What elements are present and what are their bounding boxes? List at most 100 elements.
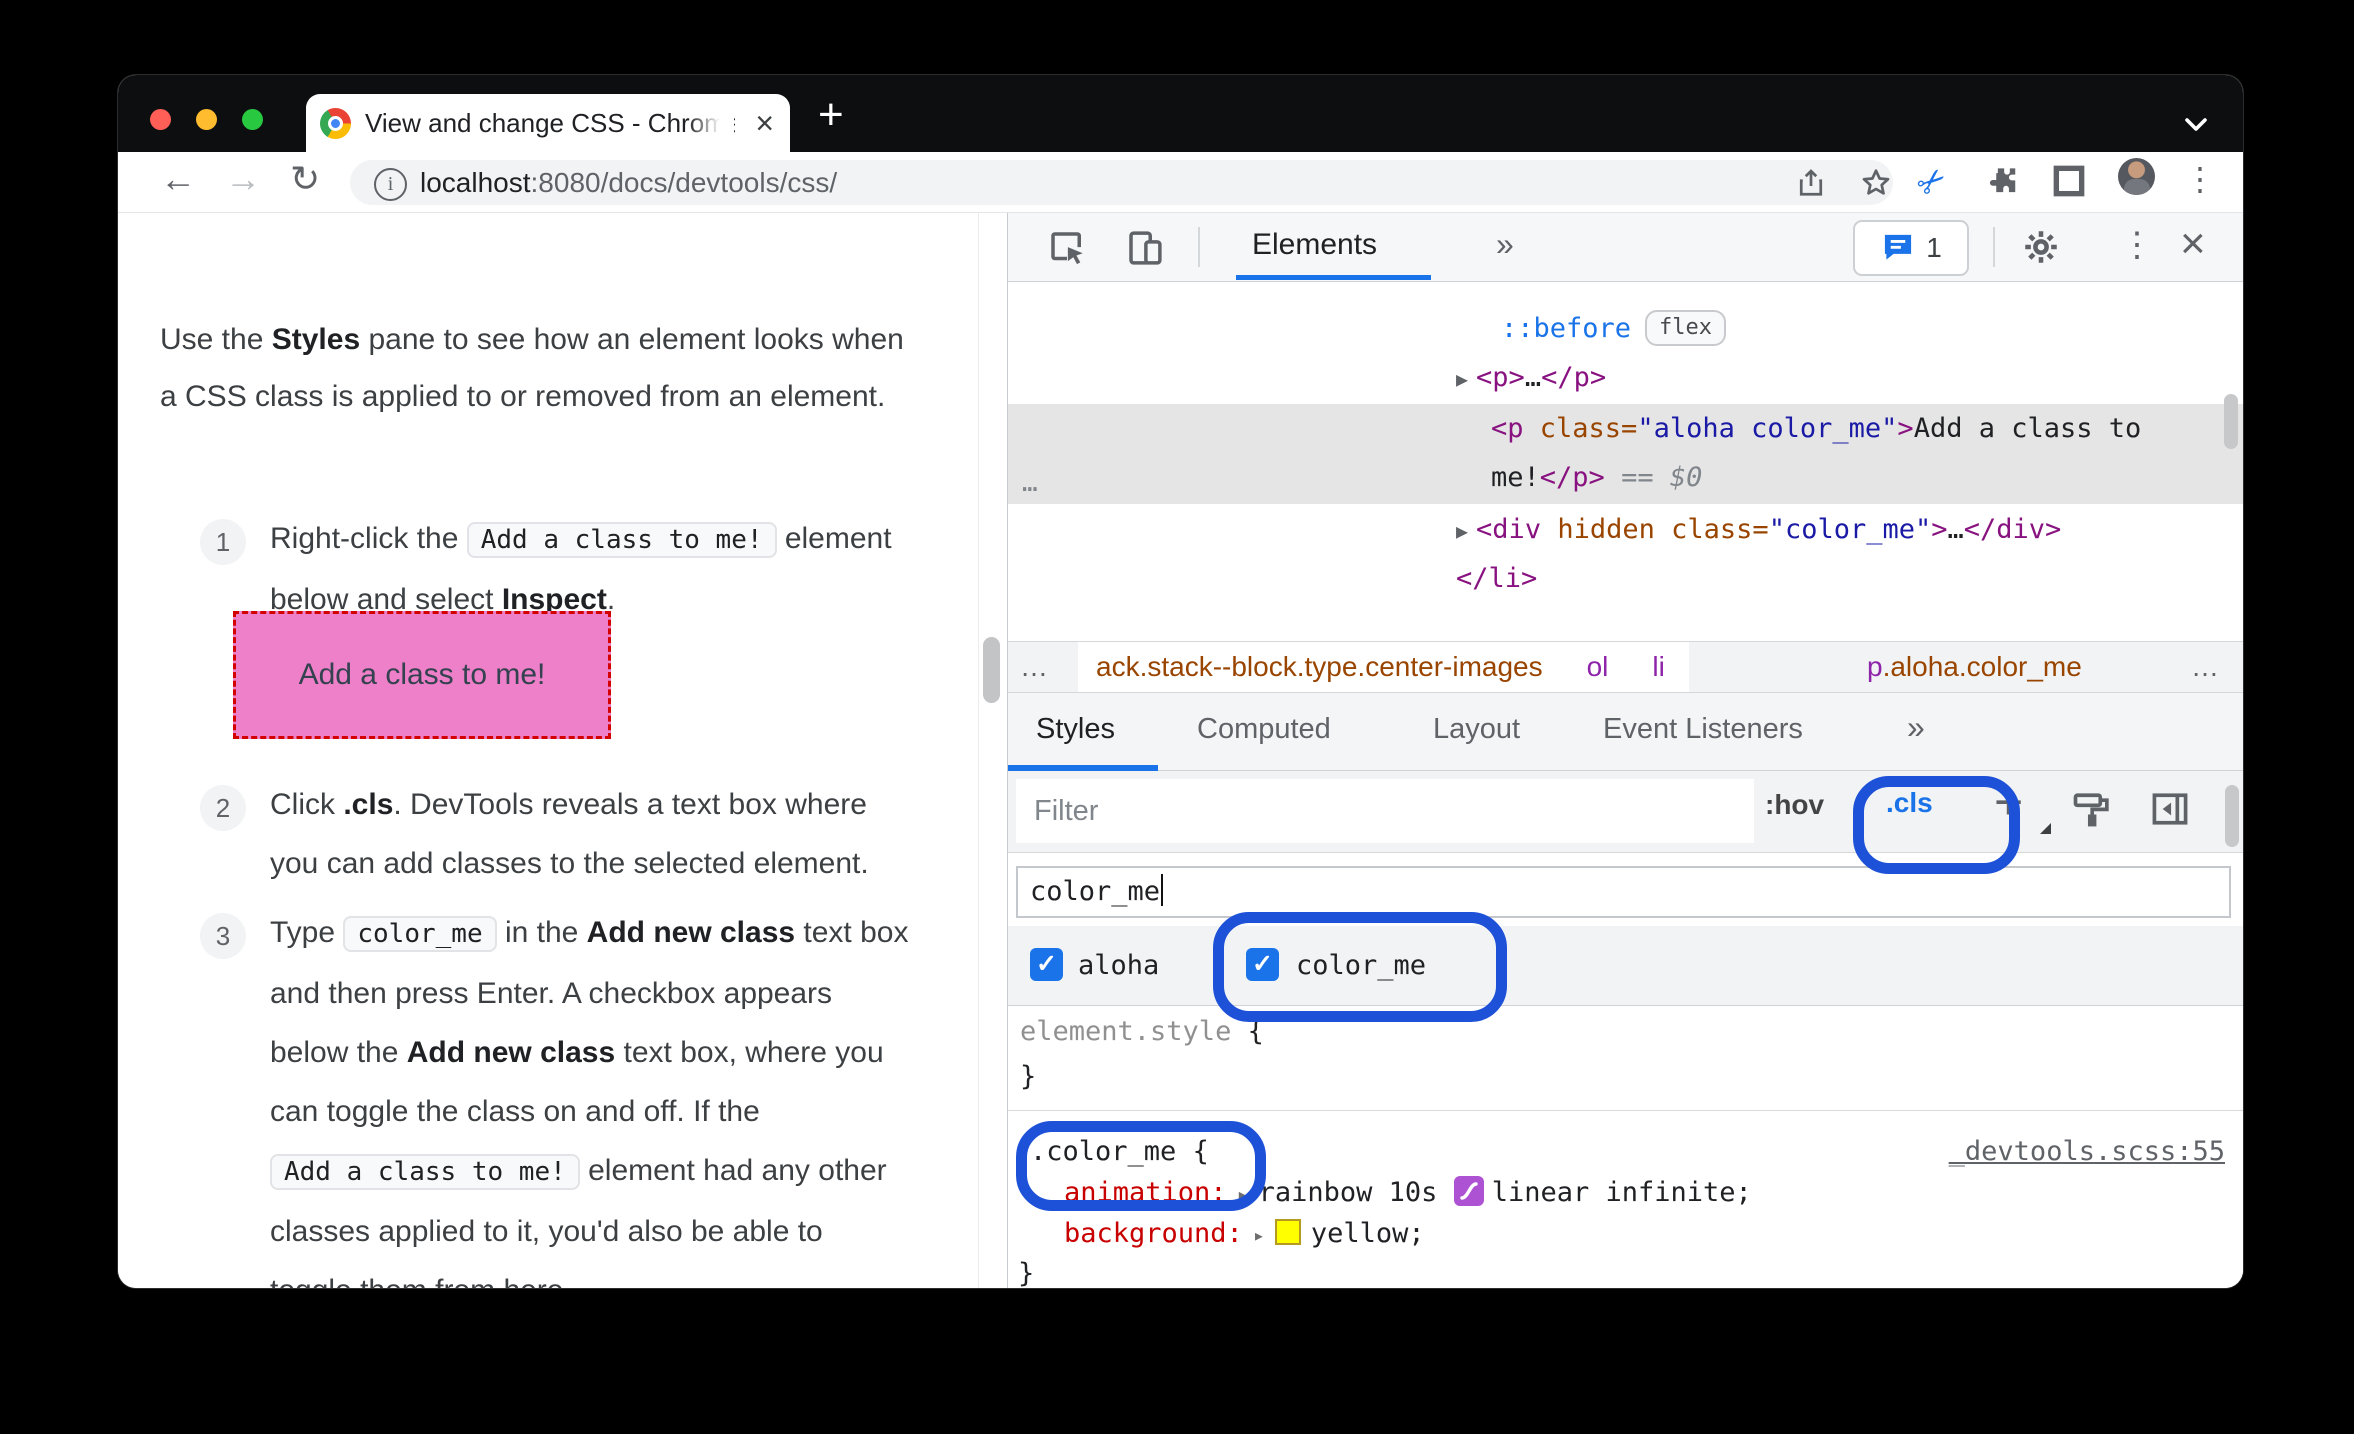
checkbox-aloha-label[interactable]: aloha <box>1078 950 1159 981</box>
step-2: Click .cls. DevTools reveals a text box … <box>270 788 869 880</box>
breadcrumb: … ack.stack--block.type.center-images ol… <box>1008 641 2243 693</box>
toolbar-divider <box>1993 227 1995 267</box>
chrome-favicon-icon <box>320 107 351 139</box>
expand-value-icon[interactable]: ▸ <box>1237 1182 1249 1206</box>
styles-tab-bar: Styles Computed Layout Event Listeners » <box>1008 693 2243 771</box>
breadcrumb-overflow-right[interactable]: … <box>2191 642 2221 692</box>
tab-event-listeners[interactable]: Event Listeners <box>1603 713 1803 746</box>
easing-editor-icon[interactable] <box>1453 1176 1484 1206</box>
issues-count: 1 <box>1926 232 1942 263</box>
step-2-badge: 2 <box>200 785 246 831</box>
window-content: Use the Styles pane to see how an elemen… <box>118 213 2243 1288</box>
rule-selector[interactable]: .color_me <box>1030 1136 1176 1167</box>
breadcrumb-item[interactable]: li <box>1652 642 1664 692</box>
add-class-demo-box[interactable]: Add a class to me! <box>233 611 611 739</box>
demo-box-label: Add a class to me! <box>298 658 546 691</box>
add-new-class-input[interactable]: color_me <box>1016 866 2231 918</box>
minimize-window-light[interactable] <box>196 109 217 130</box>
browser-menu-icon[interactable]: ⋮ <box>2184 160 2216 198</box>
breadcrumb-item-selected[interactable]: p.aloha.color_me <box>1867 642 2082 692</box>
checkbox-aloha[interactable]: ✓ <box>1030 948 1063 981</box>
toggle-hover-state-button[interactable]: :hov <box>1765 789 1824 821</box>
close-window-light[interactable] <box>150 109 171 130</box>
inspect-element-icon[interactable] <box>1046 227 1088 269</box>
more-panels-chevron[interactable]: » <box>1496 226 1514 263</box>
site-info-icon[interactable]: i <box>374 168 407 201</box>
stylesheet-source-link[interactable]: _devtools.scss:55 <box>1949 1136 2225 1167</box>
elements-tab-underline <box>1236 275 1431 280</box>
checkbox-color-me-label[interactable]: color_me <box>1296 950 1426 981</box>
toolbar-divider <box>1198 227 1200 267</box>
tab-close-icon[interactable]: × <box>755 106 774 140</box>
settings-gear-icon[interactable] <box>2020 226 2062 268</box>
tab-computed[interactable]: Computed <box>1197 713 1331 746</box>
forward-icon[interactable]: → <box>225 158 261 200</box>
dom-node-li-close[interactable]: </li> <box>1456 563 1537 594</box>
color-me-rule-section[interactable]: .color_me { _devtools.scss:55 animation:… <box>1008 1111 2243 1288</box>
new-tab-button[interactable]: + <box>818 93 844 137</box>
step-3-badge: 3 <box>200 913 246 959</box>
tab-search-chevron-icon[interactable] <box>2181 115 2211 135</box>
dom-tree: … ::before flex ▶ <p>…</p> <p class="aloha… <box>1008 282 2243 641</box>
address-bar[interactable]: i localhost:8080/docs/devtools/css/ <box>350 160 1893 205</box>
rule-property-animation[interactable]: animation: ▸ rainbow 10s linear infinite; <box>1064 1176 1752 1208</box>
device-toolbar-icon[interactable] <box>1124 227 1166 269</box>
scissors-extension-icon[interactable]: ✂ <box>1908 158 1956 207</box>
flex-badge[interactable]: flex <box>1645 310 1727 346</box>
inline-code: Add a class to me! <box>270 1154 580 1190</box>
zoom-window-light[interactable] <box>242 109 263 130</box>
text-caret <box>1161 874 1164 906</box>
tab-elements[interactable]: Elements <box>1252 228 1377 262</box>
share-icon[interactable] <box>1793 165 1829 201</box>
checkbox-color-me[interactable]: ✓ <box>1246 948 1279 981</box>
back-icon[interactable]: ← <box>160 158 196 200</box>
class-toggles-row: ✓ aloha ✓ color_me <box>1008 926 2243 1006</box>
breadcrumb-item[interactable]: ol <box>1587 642 1609 692</box>
color-swatch[interactable] <box>1274 1219 1301 1245</box>
tab-layout[interactable]: Layout <box>1433 713 1520 746</box>
url-path: :8080/docs/devtools/css/ <box>530 167 838 198</box>
dom-node-before[interactable]: ::before flex <box>1501 310 1727 346</box>
step-1-badge: 1 <box>200 519 246 565</box>
new-style-rule-button[interactable]: + <box>1994 773 2023 831</box>
doc-scrollbar-thumb[interactable] <box>983 637 1000 703</box>
filter-input[interactable]: Filter <box>1016 779 1754 843</box>
browser-tab[interactable]: View and change CSS - Chrome × <box>306 94 790 154</box>
dom-node-selected-line1[interactable]: <p class="aloha color_me">Add a class to <box>1491 413 2141 444</box>
reload-icon[interactable]: ↻ <box>290 158 320 200</box>
breadcrumb-overflow-left[interactable]: … <box>1020 642 1050 692</box>
tab-styles[interactable]: Styles <box>1036 713 1115 746</box>
url-text[interactable]: localhost:8080/docs/devtools/css/ <box>420 167 837 199</box>
element-style-section[interactable]: element.style { } <box>1008 1006 2243 1111</box>
more-style-tabs-chevron[interactable]: » <box>1907 709 1925 746</box>
step-3: Type color_me in the Add new class text … <box>270 916 909 1288</box>
disclosure-arrow-icon[interactable]: ▶ <box>1456 367 1468 391</box>
browser-toolbar: ← → ↻ i localhost:8080/docs/devtools/css… <box>118 152 2243 213</box>
dom-node-p-collapsed[interactable]: ▶ <p>…</p> <box>1456 362 1606 393</box>
sidebar-toggle-icon[interactable] <box>2148 787 2192 831</box>
dom-row-options-dots[interactable]: … <box>1022 468 1038 498</box>
toggle-class-editor-button[interactable]: .cls <box>1886 787 1933 819</box>
rule-property-background[interactable]: background: ▸ yellow; <box>1064 1218 1425 1249</box>
profile-avatar[interactable] <box>2118 158 2155 195</box>
extensions-puzzle-icon[interactable] <box>1982 162 2020 200</box>
breadcrumb-item[interactable]: ack.stack--block.type.center-images <box>1096 642 1543 692</box>
devtools-close-icon[interactable]: × <box>2180 219 2206 269</box>
expand-value-icon[interactable]: ▸ <box>1253 1223 1265 1247</box>
browser-window-icon[interactable] <box>2050 162 2088 200</box>
dom-node-selected-line2[interactable]: me!</p> == $0 <box>1491 462 1702 493</box>
disclosure-arrow-icon[interactable]: ▶ <box>1456 519 1468 543</box>
rule-close-brace: } <box>1018 1258 1035 1288</box>
dom-scrollbar-thumb[interactable] <box>2224 394 2238 449</box>
dom-node-div[interactable]: ▶ <div hidden class="color_me">…</div> <box>1456 514 2061 545</box>
devtools-menu-icon[interactable]: ⋮ <box>2120 225 2154 265</box>
bookmark-star-icon[interactable] <box>1858 165 1894 201</box>
styles-scrollbar-thumb[interactable] <box>2225 785 2239 847</box>
doc-scrollbar[interactable] <box>978 213 1007 1288</box>
url-host: localhost <box>420 167 531 198</box>
browser-window: View and change CSS - Chrome × + ← → ↻ i… <box>118 75 2243 1288</box>
add-class-section: color_me <box>1008 853 2243 926</box>
rendering-emulation-icon[interactable] <box>2070 787 2114 831</box>
element-style-selector: element.style <box>1020 1016 1232 1047</box>
issues-button[interactable]: 1 <box>1853 220 1969 276</box>
